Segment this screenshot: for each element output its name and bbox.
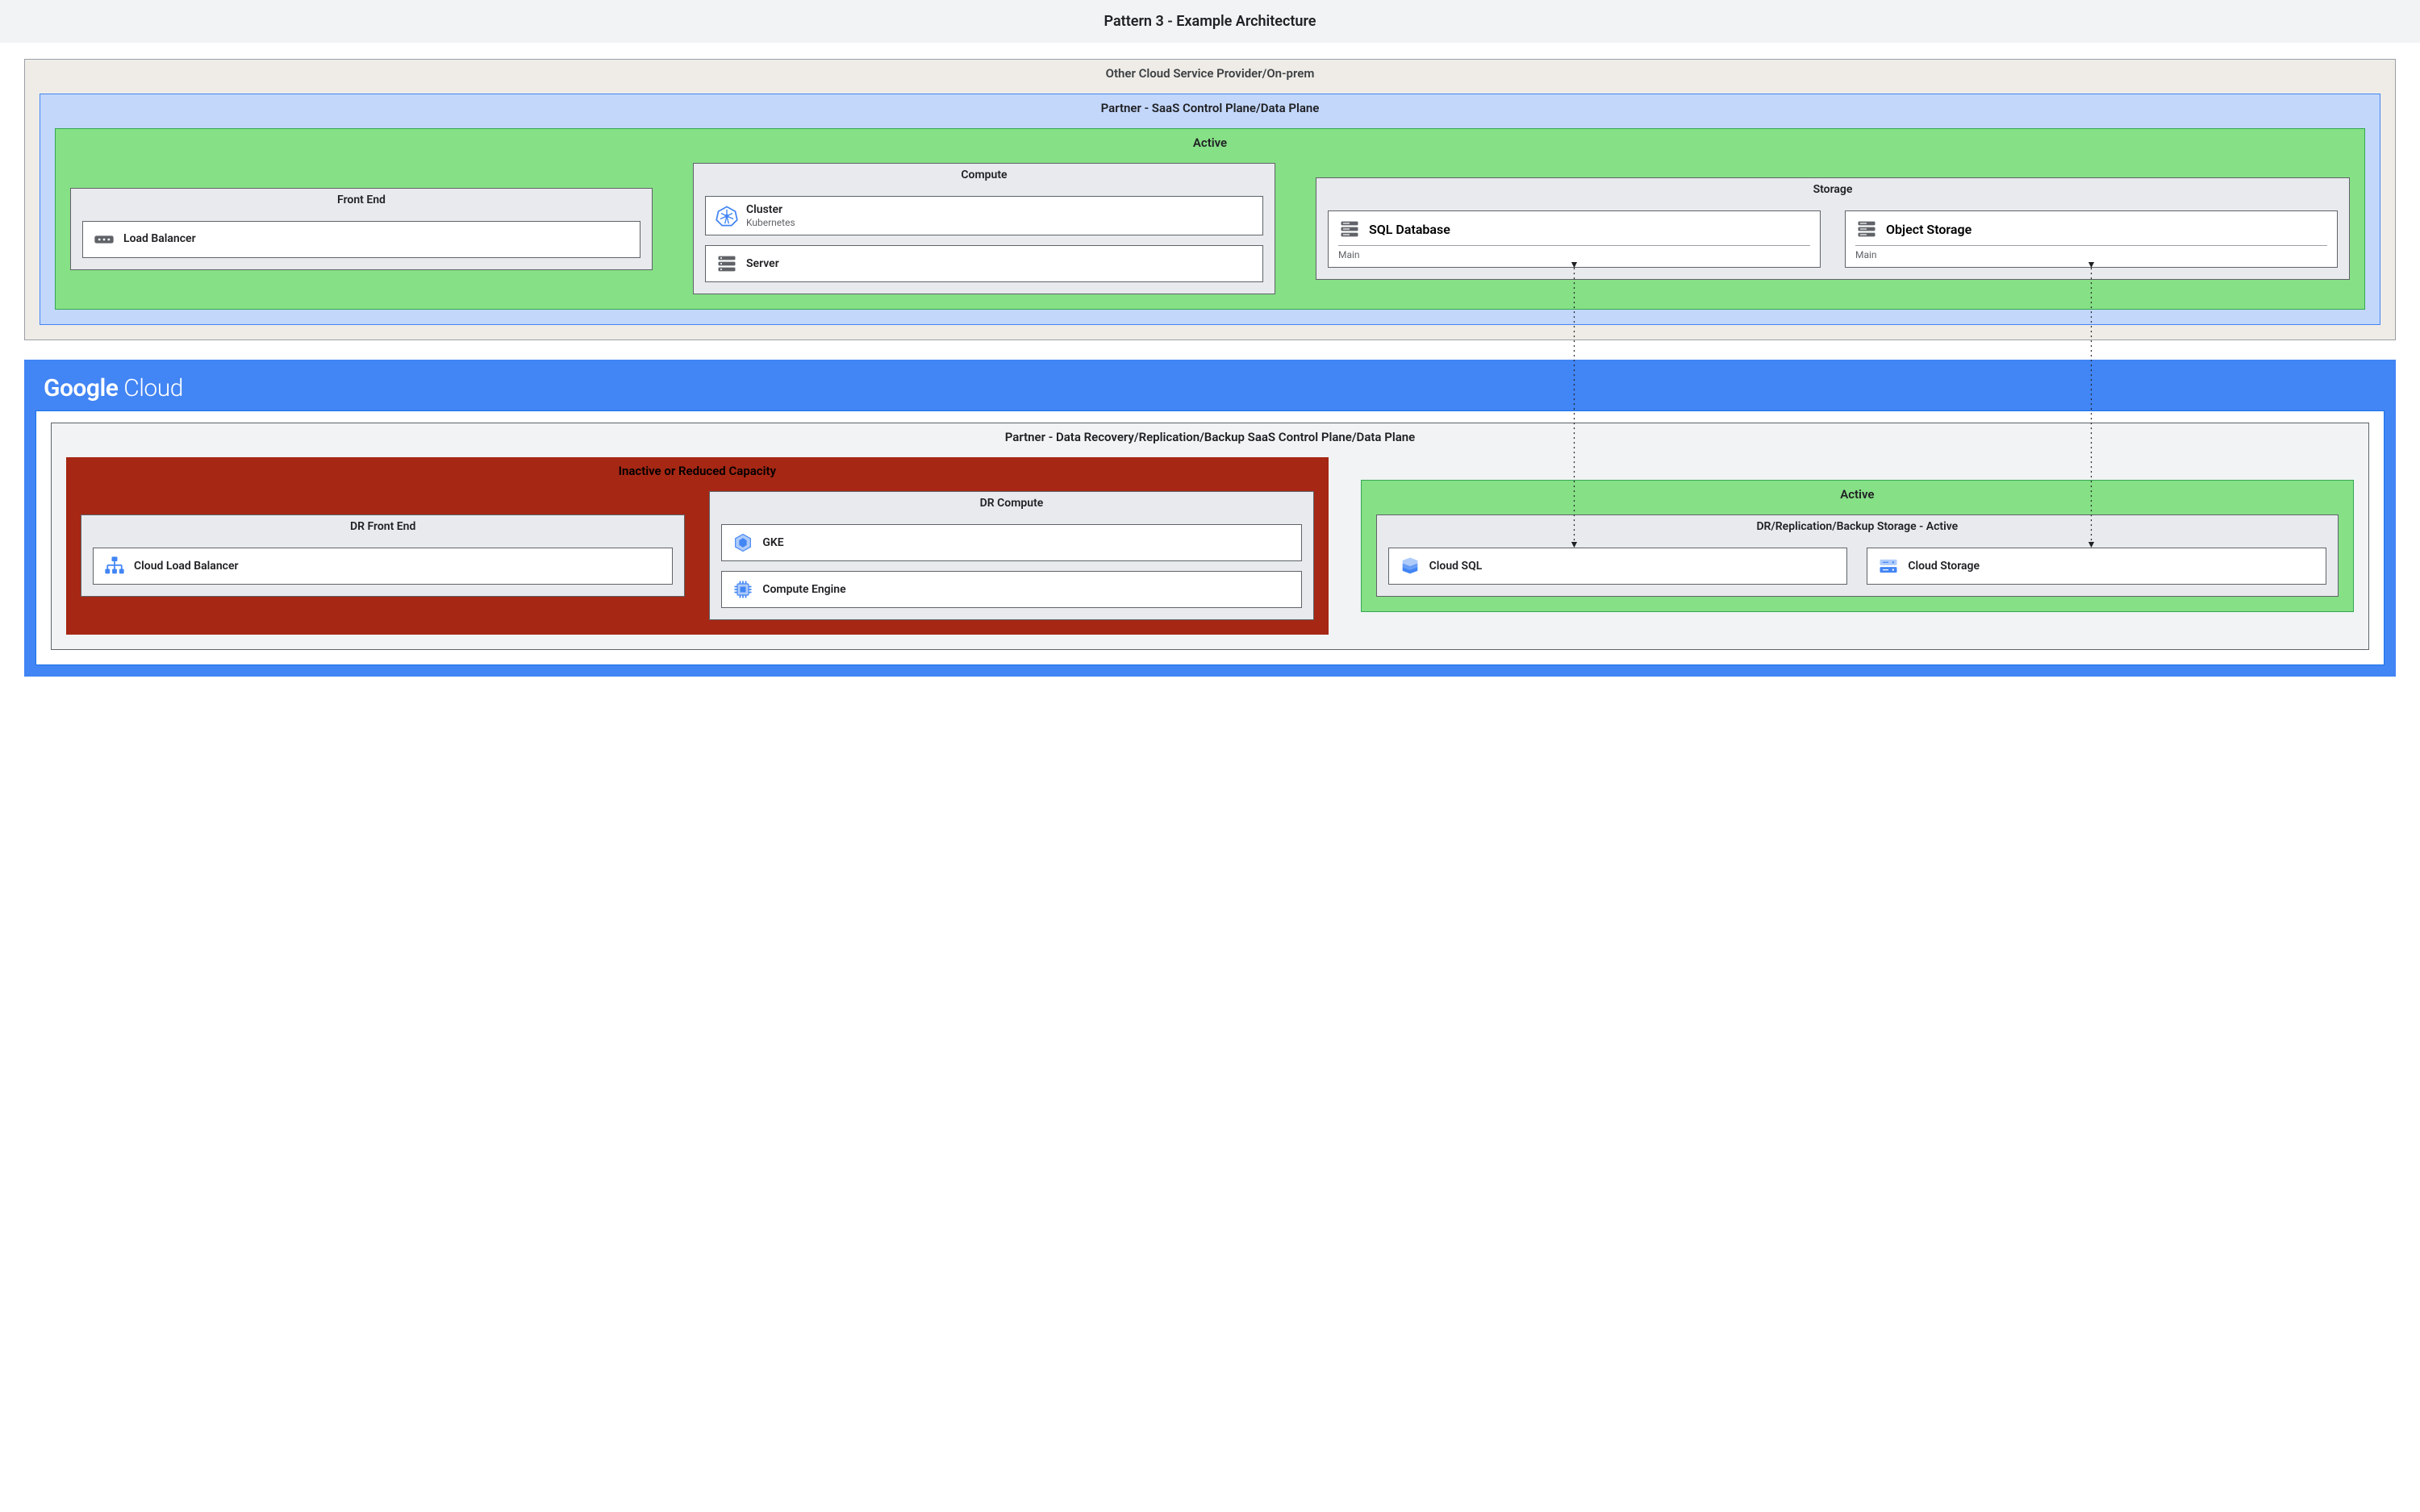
label-compute-engine: Compute Engine [762, 583, 845, 597]
box-dr-compute: DR Compute GKE [709, 491, 1313, 620]
load-balancer-icon [93, 228, 115, 251]
label-frontend: Front End [71, 189, 652, 213]
cloud-sql-icon [1399, 555, 1421, 577]
label-sql-main: Main [1338, 245, 1810, 260]
server-icon [716, 252, 738, 275]
object-storage-icon [1855, 218, 1878, 240]
box-partner-dr: Partner - Data Recovery/Replication/Back… [51, 423, 2369, 650]
card-server: Server [705, 245, 1263, 282]
page-title: Pattern 3 - Example Architecture [0, 0, 2420, 43]
label-cluster: Cluster [746, 203, 795, 217]
label-cluster-sub: Kubernetes [746, 217, 795, 228]
database-icon [1338, 218, 1361, 240]
cloud-storage-icon [1877, 555, 1900, 577]
label-partner-saas: Partner - SaaS Control Plane/Data Plane [40, 94, 2380, 119]
label-sql-db: SQL Database [1369, 222, 1450, 237]
box-google-cloud: Google Cloud Partner - Data Recovery/Rep… [24, 360, 2396, 677]
card-compute-engine: Compute Engine [721, 571, 1301, 608]
card-load-balancer: Load Balancer [82, 221, 640, 258]
label-inactive: Inactive or Reduced Capacity [66, 457, 1329, 481]
box-active-bottom: Active DR/Replication/Backup Storage - A… [1361, 480, 2354, 612]
label-active-top: Active [56, 129, 2364, 153]
card-cluster: Cluster Kubernetes [705, 196, 1263, 235]
card-sql-database: SQL Database Main [1328, 210, 1821, 268]
box-partner-saas: Partner - SaaS Control Plane/Data Plane … [40, 94, 2380, 325]
label-compute: Compute [694, 164, 1275, 188]
card-object-storage: Object Storage Main [1845, 210, 2338, 268]
box-dr-frontend: DR Front End Cloud Load Balancer [81, 514, 685, 597]
box-active-top: Active Front End Lo [55, 128, 2365, 310]
label-storage: Storage [1316, 178, 2349, 202]
label-partner-dr: Partner - Data Recovery/Replication/Back… [52, 423, 2368, 448]
google-cloud-logo: Google Cloud [35, 371, 2385, 410]
label-cloud-sql: Cloud SQL [1429, 560, 1483, 573]
label-gke: GKE [762, 536, 783, 550]
kubernetes-icon [716, 205, 738, 227]
label-dr-storage: DR/Replication/Backup Storage - Active [1377, 515, 2338, 539]
label-active-bottom: Active [1362, 481, 2353, 505]
box-inactive: Inactive or Reduced Capacity DR Front En… [66, 457, 1329, 635]
card-cloud-lb: Cloud Load Balancer [93, 548, 673, 585]
box-storage: Storage SQL Database [1316, 177, 2350, 280]
label-load-balancer: Load Balancer [123, 232, 196, 246]
label-dr-frontend: DR Front End [81, 515, 684, 539]
label-other-cloud: Other Cloud Service Provider/On-prem [25, 60, 2395, 84]
box-dr-storage: DR/Replication/Backup Storage - Active C… [1376, 514, 2339, 597]
card-cloud-sql: Cloud SQL [1388, 548, 1848, 585]
gke-icon [732, 531, 754, 554]
diagram-canvas: Other Cloud Service Provider/On-prem Par… [0, 43, 2420, 693]
box-frontend: Front End Load Balancer [70, 188, 653, 270]
label-cloud-lb: Cloud Load Balancer [134, 560, 239, 573]
label-server: Server [746, 257, 779, 271]
box-other-cloud: Other Cloud Service Provider/On-prem Par… [24, 59, 2396, 340]
label-dr-compute: DR Compute [710, 492, 1312, 516]
card-cloud-storage: Cloud Storage [1867, 548, 2326, 585]
label-obj-main: Main [1855, 245, 2327, 260]
card-gke: GKE [721, 524, 1301, 561]
box-compute: Compute Cluster Kubernetes [693, 163, 1275, 294]
cloud-load-balancer-icon [103, 555, 126, 577]
label-cloud-storage: Cloud Storage [1908, 560, 1980, 573]
compute-engine-icon [732, 578, 754, 601]
label-obj-storage: Object Storage [1886, 222, 1971, 237]
